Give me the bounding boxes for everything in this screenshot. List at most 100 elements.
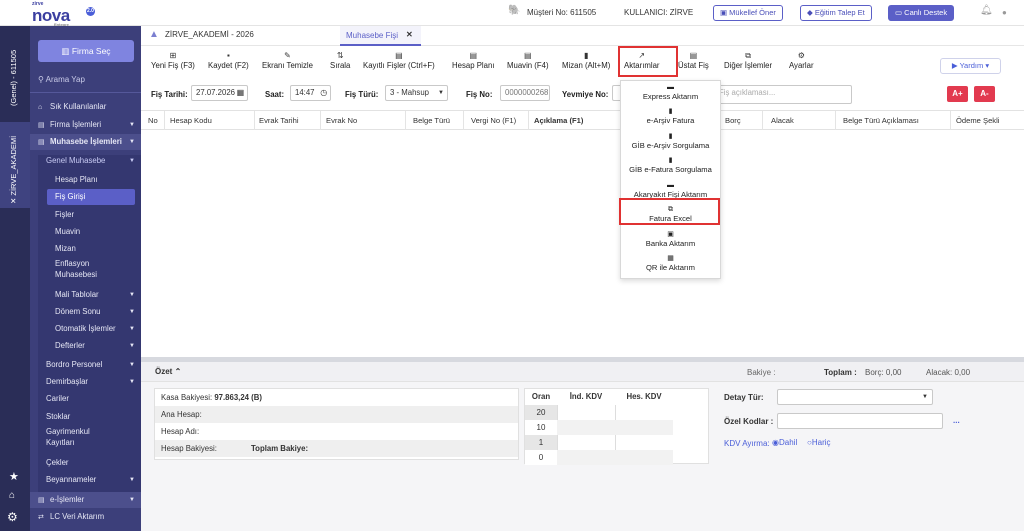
fis-turu-select[interactable]: 3 - Mahsup ▼ bbox=[385, 85, 448, 101]
col-belge-turu[interactable]: Belge Türü bbox=[413, 116, 450, 125]
sidebar-item-enflasyon[interactable]: Enflasyon Muhasebesi bbox=[38, 258, 141, 282]
menu-item-banka[interactable]: ▣ Banka Aktarım bbox=[621, 230, 720, 248]
chevron-down-icon: ▼ bbox=[129, 362, 135, 368]
kdv-ayirma-label: KDV Ayırma: bbox=[724, 439, 770, 448]
dahil-radio[interactable]: ◉Dahil bbox=[772, 438, 797, 447]
save-icon: ▪ bbox=[226, 51, 230, 60]
muavin-button[interactable]: ▤ Muavin (F4) bbox=[507, 50, 549, 70]
sidebar-item-demirbaslar[interactable]: Demirbaşlar ▼ bbox=[38, 374, 141, 390]
user-icon[interactable]: ● bbox=[1002, 8, 1007, 17]
sidebar-item-beyannameler[interactable]: Beyannameler ▼ bbox=[38, 472, 141, 488]
clock-icon[interactable]: ◷ bbox=[320, 86, 327, 100]
sirala-button[interactable]: ⇅ Sırala bbox=[330, 50, 350, 70]
haric-radio[interactable]: ○Hariç bbox=[807, 438, 831, 447]
tab-muhasebe-fisi[interactable]: Muhasebe Fişi ✕ bbox=[340, 26, 421, 46]
kaydet-button[interactable]: ▪ Kaydet (F2) bbox=[208, 50, 249, 70]
detay-tur-select[interactable]: ▼ bbox=[777, 389, 933, 405]
company-tab[interactable]: ✕ ZİRVE_AKADEMİ bbox=[0, 122, 30, 208]
sidebar-item-firma[interactable]: ▤ Firma İşlemleri ▼ bbox=[30, 117, 141, 133]
sidebar-item-lc-veri[interactable]: ⇄ LC Veri Aktarım bbox=[30, 509, 141, 525]
hesap-plani-button[interactable]: ▤ Hesap Planı bbox=[452, 50, 494, 70]
menu-item-gib-e-fatura[interactable]: ▮ GİB e-Fatura Sorgulama bbox=[621, 156, 720, 174]
file-icon: ▮ bbox=[668, 108, 673, 115]
sidebar-item-genel-muhasebe[interactable]: Genel Muhasebe ▼ bbox=[38, 153, 141, 169]
firma-sec-button[interactable]: ▥ Firma Seç bbox=[38, 40, 134, 62]
sidebar-search[interactable]: ⚲ Arama Yap bbox=[38, 75, 85, 84]
gift-icon: ▣ bbox=[720, 8, 730, 17]
sidebar-item-mali-tablolar[interactable]: Mali Tablolar ▼ bbox=[38, 287, 141, 303]
fis-tarihi-input[interactable]: 27.07.2026 ▦ bbox=[191, 85, 248, 101]
sidebar-item-muhasebe[interactable]: ▤ Muhasebe İşlemleri ▼ bbox=[30, 134, 141, 150]
copy-icon: ⧉ bbox=[745, 51, 751, 60]
col-odeme-sekli[interactable]: Ödeme Şekli bbox=[956, 116, 999, 125]
close-tab-icon[interactable]: ✕ bbox=[406, 30, 413, 39]
mukellef-oner-button[interactable]: ▣ Mükellef Öner bbox=[713, 5, 783, 21]
col-evrak-tarihi[interactable]: Evrak Tarihi bbox=[259, 116, 299, 125]
ozel-kodlar-input[interactable] bbox=[777, 413, 943, 429]
sidebar-item-cariler[interactable]: Cariler bbox=[38, 391, 141, 407]
aciklama-input[interactable]: Fiş açıklaması... bbox=[714, 85, 852, 104]
book-icon: ▤ bbox=[469, 51, 478, 60]
col-belge-turu-aciklamasi[interactable]: Belge Türü Açıklaması bbox=[843, 116, 919, 125]
col-aciklama[interactable]: Açıklama (F1) bbox=[534, 116, 583, 125]
sidebar-item-muavin[interactable]: Muavin bbox=[38, 224, 141, 240]
menu-item-akaryakit[interactable]: ▬ Akaryakıt Fişi Aktarım bbox=[621, 181, 720, 199]
calendar-icon[interactable]: ▦ bbox=[237, 86, 244, 100]
canli-destek-button[interactable]: ▭ Canlı Destek bbox=[888, 5, 955, 21]
menu-item-qr[interactable]: ▦ QR ile Aktarım bbox=[621, 254, 720, 272]
sidebar-item-hesap-plani[interactable]: Hesap Planı bbox=[38, 172, 141, 188]
bell-icon[interactable]: 🔔︎ bbox=[980, 5, 993, 16]
chevron-down-icon: ▾ bbox=[983, 61, 990, 70]
col-vergi-no[interactable]: Vergi No (F1) bbox=[471, 116, 516, 125]
diger-islemler-button[interactable]: ⧉ Diğer İşlemler bbox=[724, 50, 772, 70]
col-borc[interactable]: Borç bbox=[725, 116, 741, 125]
kayitli-fisler-button[interactable]: ▤ Kayıtlı Fişler (Ctrl+F) bbox=[363, 50, 435, 70]
sidebar-item-otomatik[interactable]: Otomatik İşlemler ▼ bbox=[38, 321, 141, 337]
sidebar-item-sik[interactable]: ⌂ Sık Kullanılanlar bbox=[30, 99, 141, 115]
menu-item-e-arsiv[interactable]: ▮ e-Arşiv Fatura bbox=[621, 107, 720, 125]
font-decrease-button[interactable]: A- bbox=[974, 86, 995, 102]
bank-icon[interactable]: ⌂ bbox=[9, 490, 15, 501]
saat-input[interactable]: 14:47 ◷ bbox=[290, 85, 331, 101]
star-icon[interactable]: ★ bbox=[9, 470, 19, 483]
close-icon[interactable]: ✕ bbox=[9, 196, 18, 204]
yeni-fis-button[interactable]: ⊞ Yeni Fiş (F3) bbox=[151, 50, 195, 70]
ekrani-temizle-button[interactable]: ✎ Ekranı Temizle bbox=[262, 50, 313, 70]
yardim-button[interactable]: ▶ Yardım ▾ bbox=[940, 58, 1001, 74]
document-icon: ▤ bbox=[38, 497, 45, 504]
col-no[interactable]: No bbox=[148, 116, 158, 125]
nova-logo[interactable]: zirve nova 2.0 Entegre bbox=[32, 2, 95, 27]
sidebar-item-fis-girisi[interactable]: Fiş Girişi bbox=[47, 189, 135, 205]
sidebar-item-fisler[interactable]: Fişler bbox=[38, 207, 141, 223]
sidebar-item-donem-sonu[interactable]: Dönem Sonu ▼ bbox=[38, 304, 141, 320]
sidebar-item-bordro[interactable]: Bordro Personel ▼ bbox=[38, 357, 141, 373]
sidebar-item-defterler[interactable]: Defterler ▼ bbox=[38, 338, 141, 354]
menu-item-express[interactable]: ▬ Express Aktarım bbox=[621, 83, 720, 101]
chat-icon: ▭ bbox=[895, 8, 905, 17]
sidebar-item-e-islemler[interactable]: ▤ e-İşlemler ▼ bbox=[30, 492, 141, 508]
grid-header: No Hesap Kodu Evrak Tarihi Evrak No Belg… bbox=[141, 110, 1024, 130]
col-alacak[interactable]: Alacak bbox=[771, 116, 794, 125]
ustat-fis-button[interactable]: ▤ Üstat Fiş bbox=[678, 50, 709, 70]
mizan-button[interactable]: ▮ Mizan (Alt+M) bbox=[562, 50, 610, 70]
grid-body[interactable] bbox=[141, 130, 1024, 357]
tab-company[interactable]: ZİRVE_AKADEMİ - 2026 bbox=[165, 30, 254, 39]
ozet-toggle[interactable]: Özet ⌃ bbox=[155, 367, 181, 376]
sidebar-item-stoklar[interactable]: Stoklar bbox=[38, 409, 141, 425]
ayarlar-button[interactable]: ⚙︎ Ayarlar bbox=[789, 50, 814, 70]
menu-item-gib-e-arsiv[interactable]: ▮ GİB e-Arşiv Sorgulama bbox=[621, 132, 720, 150]
sidebar-item-gayrimenkul[interactable]: Gayrimenkul Kayıtları bbox=[38, 426, 141, 450]
sidebar-item-cekler[interactable]: Çekler bbox=[38, 455, 141, 471]
ledger-icon: ▤ bbox=[38, 139, 45, 146]
egitim-talep-button[interactable]: ◆ Eğitim Talep Et bbox=[800, 5, 872, 21]
col-hesap-kodu[interactable]: Hesap Kodu bbox=[170, 116, 212, 125]
sidebar-item-mizan[interactable]: Mizan bbox=[38, 241, 141, 257]
chevron-up-icon: ⌃ bbox=[172, 367, 182, 376]
font-increase-button[interactable]: A+ bbox=[947, 86, 968, 102]
plus-square-icon: ⊞ bbox=[169, 51, 177, 60]
col-evrak-no[interactable]: Evrak No bbox=[326, 116, 357, 125]
fis-no-input[interactable]: 0000000268 bbox=[500, 85, 550, 101]
period-label: (Genel) - 611505 bbox=[9, 49, 18, 106]
more-button[interactable]: ... bbox=[953, 416, 960, 425]
gear-icon[interactable]: ⚙︎ bbox=[7, 510, 18, 524]
